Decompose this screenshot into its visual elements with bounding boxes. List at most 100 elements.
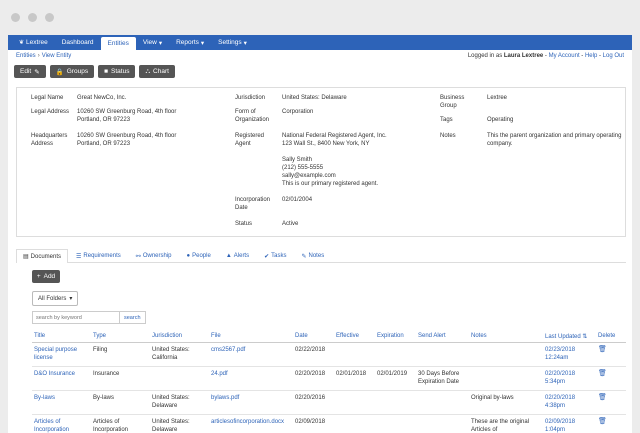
- entity-tabs: ▤ Documents ☰ Requirements ⚯ Ownership ● Peo…: [16, 249, 626, 263]
- hq-address-line1: 10260 SW Greenburg Road, 4th floor: [77, 133, 177, 139]
- search-button[interactable]: search: [120, 311, 146, 324]
- legal-name-label: Legal Name: [31, 95, 64, 101]
- folders-dropdown[interactable]: All Folders ▾: [32, 291, 79, 306]
- search-input[interactable]: [32, 311, 120, 324]
- column-header-delete: Delete: [596, 331, 626, 343]
- column-header-title[interactable]: Title: [32, 331, 91, 343]
- column-header-effective[interactable]: Effective: [334, 331, 375, 343]
- column-header-file[interactable]: File: [209, 331, 293, 343]
- tab-tasks[interactable]: ✔ Tasks: [257, 249, 293, 262]
- my-account-link[interactable]: My Account: [549, 53, 580, 59]
- edit-button[interactable]: Edit ✎: [14, 65, 46, 78]
- document-expiration: [375, 390, 416, 415]
- column-header-type[interactable]: Type: [91, 331, 150, 343]
- legal-address-line1: 10260 SW Greenburg Road, 4th floor: [77, 109, 177, 115]
- chart-button[interactable]: ⛬ Chart: [139, 65, 175, 78]
- status-value: Active: [282, 221, 299, 227]
- column-header-expiration[interactable]: Expiration: [375, 331, 416, 343]
- agent-note: This is our primary registered agent.: [282, 181, 379, 187]
- document-type: Articles of Incorporation: [91, 414, 150, 433]
- form-label-line1: Form of: [235, 109, 256, 115]
- nav-brand[interactable]: ❦ Lextree: [12, 35, 55, 50]
- agent-name: National Federal Registered Agent, Inc.: [282, 133, 387, 139]
- nav-view[interactable]: View ▾: [136, 35, 169, 50]
- incorporation-label-line2: Date: [235, 205, 248, 211]
- legal-address-label: Legal Address: [31, 109, 70, 115]
- document-jurisdiction: [150, 366, 209, 391]
- breadcrumb: Entities › View Entity: [16, 53, 72, 59]
- form-label-line2: Organization: [235, 117, 270, 123]
- tab-ownership[interactable]: ⚯ Ownership: [129, 249, 179, 262]
- agent-email: sally@example.com: [282, 173, 336, 179]
- document-file-link[interactable]: 24.pdf: [211, 371, 228, 377]
- breadcrumb-entities-link[interactable]: Entities: [16, 53, 36, 59]
- document-notes: Original by-laws: [469, 390, 543, 415]
- document-title-link[interactable]: Special purpose license: [34, 347, 77, 361]
- agent-contact: Sally Smith: [282, 157, 313, 163]
- minimize-window-button[interactable]: [28, 12, 37, 22]
- trash-icon[interactable]: 🗑: [598, 346, 607, 353]
- document-last-updated-link[interactable]: 02/20/2018 4:38pm: [545, 395, 575, 409]
- legal-name-value: Great NewCo, Inc.: [77, 95, 127, 101]
- document-file-link[interactable]: bylaws.pdf: [211, 395, 239, 401]
- document-last-updated-link[interactable]: 02/23/2018 12:24am: [545, 347, 575, 361]
- notes-line2: company.: [487, 141, 513, 147]
- nav-entities[interactable]: Entities: [100, 37, 136, 50]
- document-title-link[interactable]: D&O Insurance: [34, 371, 75, 377]
- document-notes: These are the original Articles of: [469, 414, 543, 433]
- tab-notes[interactable]: ✎ Notes: [294, 249, 331, 262]
- column-header-send-alert[interactable]: Send Alert: [416, 331, 469, 343]
- hq-address-line2: Portland, OR 97223: [77, 141, 131, 147]
- nav-settings[interactable]: Settings ▾: [211, 35, 254, 50]
- groups-button[interactable]: 🔒 Groups: [49, 65, 95, 78]
- close-window-button[interactable]: [11, 12, 20, 22]
- jurisdiction-label: Jurisdiction: [235, 95, 266, 101]
- column-header-last-updated[interactable]: Last Updated ⇅: [543, 331, 596, 343]
- help-link[interactable]: Help: [585, 53, 597, 59]
- org-chart-icon: ⛬: [145, 67, 151, 75]
- table-row: By-laws By-laws United States: Delaware …: [32, 390, 626, 415]
- maximize-window-button[interactable]: [45, 12, 54, 22]
- document-icon: ▤: [23, 254, 29, 260]
- browser-window: ❦ Lextree Dashboard Entities View ▾ Repor…: [0, 0, 640, 433]
- column-header-jurisdiction[interactable]: Jurisdiction: [150, 331, 209, 343]
- tab-documents[interactable]: ▤ Documents: [16, 249, 69, 263]
- table-row: Articles of Incorporation Articles of In…: [32, 414, 626, 433]
- column-header-notes[interactable]: Notes: [469, 331, 543, 343]
- document-title-link[interactable]: By-laws: [34, 395, 55, 401]
- tags-label: Tags: [440, 117, 453, 123]
- trash-icon[interactable]: 🗑: [598, 418, 607, 425]
- breadcrumb-view-entity-link[interactable]: View Entity: [42, 53, 72, 59]
- table-header-row: Title Type Jurisdiction File Date Effect…: [32, 331, 626, 343]
- add-document-button[interactable]: + Add: [32, 270, 60, 283]
- agent-label-line2: Agent: [235, 141, 251, 147]
- document-date: 02/20/2018: [293, 366, 334, 391]
- entity-actions: Edit ✎ 🔒 Groups ■ Status ⛬ Chart: [8, 62, 632, 81]
- incorporation-label-line1: Incorporation: [235, 197, 271, 203]
- current-user: Laura Lextree: [503, 53, 544, 59]
- main-navbar: ❦ Lextree Dashboard Entities View ▾ Repor…: [8, 35, 632, 50]
- document-title-link[interactable]: Articles of Incorporation: [34, 419, 69, 433]
- caret-down-icon: ▾: [200, 39, 205, 47]
- document-date: 02/22/2018: [293, 342, 334, 367]
- status-button[interactable]: ■ Status: [98, 65, 136, 78]
- plus-icon: +: [36, 273, 41, 280]
- log-out-link[interactable]: Log Out: [603, 53, 624, 59]
- document-jurisdiction: United States: Delaware: [150, 414, 209, 433]
- notes-line1: This the parent organization and primary…: [487, 133, 622, 139]
- trash-icon[interactable]: 🗑: [598, 370, 607, 377]
- trash-icon[interactable]: 🗑: [598, 394, 607, 401]
- hq-label-line2: Address: [31, 141, 54, 147]
- nav-reports[interactable]: Reports ▾: [169, 35, 211, 50]
- document-last-updated-link[interactable]: 02/20/2018 5:34pm: [545, 371, 575, 385]
- document-file-link[interactable]: articlesofincorporation.docx: [211, 419, 284, 425]
- table-row: D&O Insurance Insurance 24.pdf 02/20/201…: [32, 366, 626, 391]
- caret-down-icon: ▾: [243, 39, 247, 47]
- tab-alerts[interactable]: ▲ Alerts: [219, 249, 256, 262]
- document-last-updated-link[interactable]: 02/09/2018 1:04pm: [545, 419, 575, 433]
- document-file-link[interactable]: cms2567.pdf: [211, 347, 245, 353]
- tab-people[interactable]: ● People: [180, 249, 218, 262]
- tab-requirements[interactable]: ☰ Requirements: [69, 249, 128, 262]
- column-header-date[interactable]: Date: [293, 331, 334, 343]
- nav-dashboard[interactable]: Dashboard: [55, 35, 101, 50]
